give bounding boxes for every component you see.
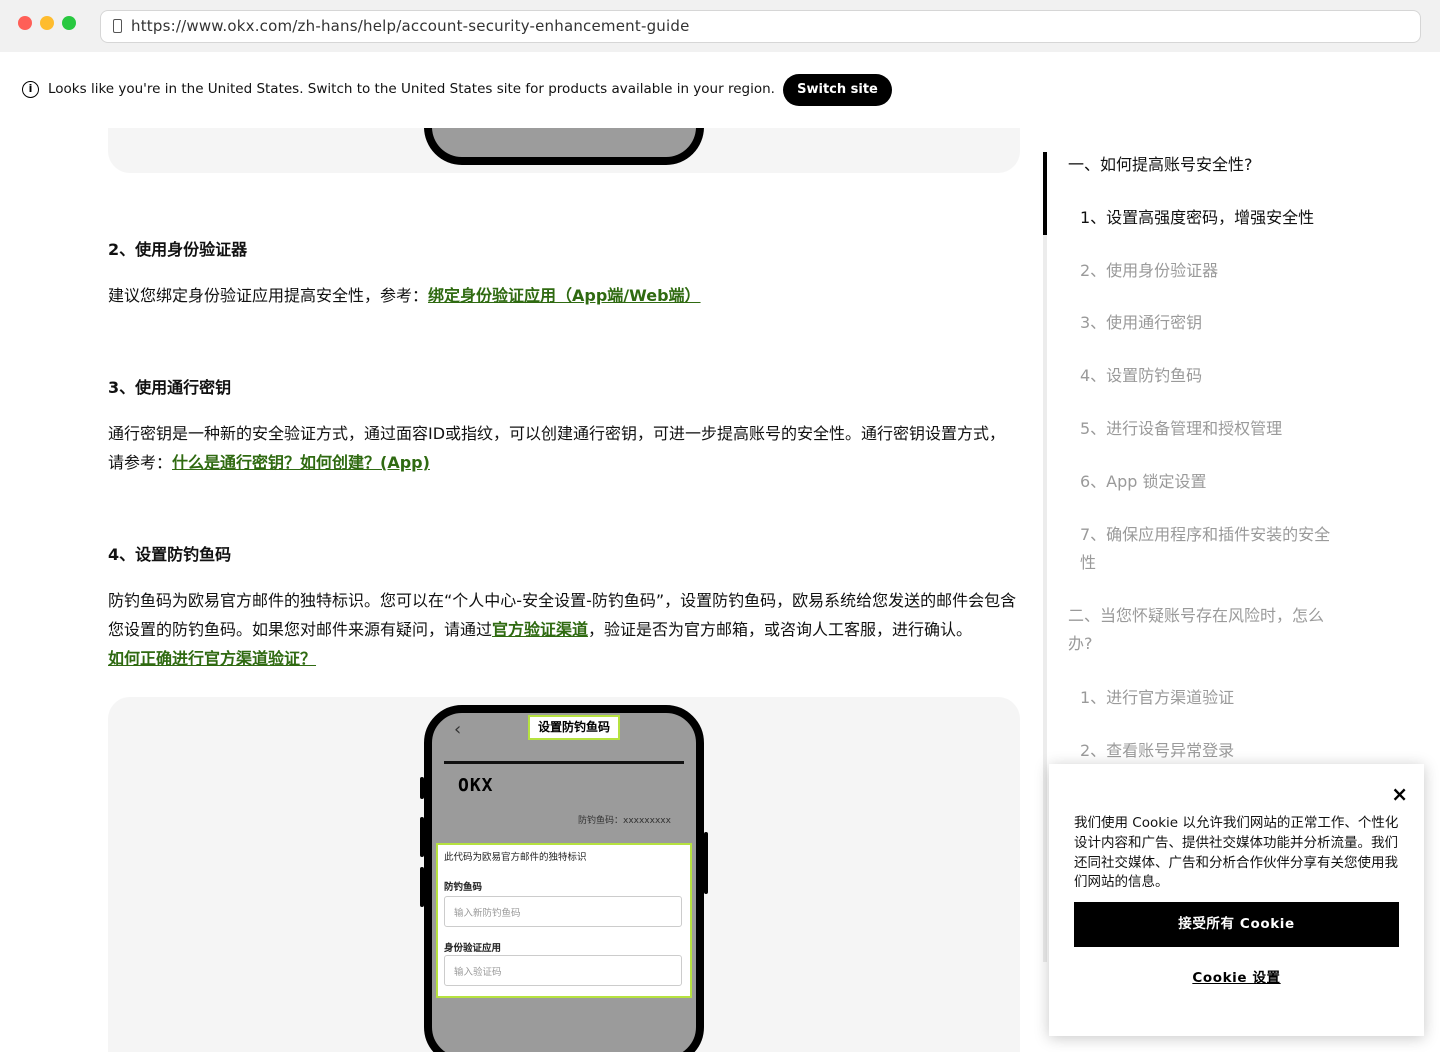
toc-item-app-plugin-security[interactable]: 7、确保应用程序和插件安装的安全性: [1080, 521, 1340, 577]
phone-form-card: 此代码为欧易官方邮件的独特标识 防钓鱼码 输入新防钓鱼码 身份验证应用 输入验证…: [436, 843, 692, 998]
phone-divider: [444, 761, 684, 764]
phone-input-anti-phishing: 输入新防钓鱼码: [444, 896, 682, 927]
article-image-anti-phishing: ‹ 设置防钓鱼码 OKX 防钓鱼码：xxxxxxxxx 此代码为欧易官方邮件的独…: [108, 697, 1020, 1052]
toc-item-authenticator[interactable]: 2、使用身份验证器: [1080, 257, 1350, 285]
phone-illustration: ‹ 设置防钓鱼码 OKX 防钓鱼码：xxxxxxxxx 此代码为欧易官方邮件的独…: [424, 705, 704, 1052]
toc-active-indicator: [1043, 152, 1047, 235]
phone-button: [704, 832, 708, 894]
authenticator-text: 建议您绑定身份验证应用提高安全性，参考：: [108, 286, 429, 305]
address-bar[interactable]: https://www.okx.com/zh-hans/help/account…: [100, 10, 1421, 43]
back-arrow-icon: ‹: [454, 719, 462, 740]
phone-field-label: 身份验证应用: [444, 943, 502, 954]
toc-item-app-lock[interactable]: 6、App 锁定设置: [1080, 468, 1350, 496]
anti-phishing-text-2: ，验证是否为官方邮箱，或咨询人工客服，进行确认。: [588, 620, 973, 639]
cookie-settings-link[interactable]: Cookie 设置: [1074, 966, 1399, 986]
section-text-authenticator: 建议您绑定身份验证应用提高安全性，参考：绑定身份验证应用（App端/Web端）: [108, 281, 1020, 310]
close-window-button[interactable]: [18, 16, 32, 30]
cookie-message: 我们使用 Cookie 以允许我们网站的正常工作、个性化设计内容和广告、提供社交…: [1074, 815, 1399, 891]
maximize-window-button[interactable]: [62, 16, 76, 30]
passkey-link[interactable]: 什么是通行密钥？如何创建？(App): [172, 453, 430, 472]
toc-item-abnormal-login[interactable]: 2、查看账号异常登录: [1080, 737, 1350, 765]
banner-message: Looks like you're in the United States. …: [48, 81, 775, 97]
toc-item-account-risk[interactable]: 二、当您怀疑账号存在风险时，怎么办?: [1068, 602, 1333, 658]
info-icon: i: [22, 81, 39, 98]
toc-rail: [1043, 152, 1047, 962]
page-icon: [113, 19, 122, 33]
article-image-top: [108, 128, 1020, 173]
cookie-dialog: × 我们使用 Cookie 以允许我们网站的正常工作、个性化设计内容和广告、提供…: [1049, 764, 1424, 1036]
phone-card-description: 此代码为欧易官方邮件的独特标识: [444, 852, 587, 863]
section-heading-anti-phishing: 4、设置防钓鱼码: [108, 545, 232, 564]
section-heading-passkey: 3、使用通行密钥: [108, 378, 232, 397]
phone-input-verification-code: 输入验证码: [444, 955, 682, 986]
phone-header: ‹ 设置防钓鱼码: [444, 713, 684, 759]
region-banner: i Looks like you're in the United States…: [0, 52, 1440, 128]
switch-site-button[interactable]: Switch site: [783, 74, 892, 106]
close-icon[interactable]: ×: [1391, 782, 1408, 806]
toc-item-official-verification[interactable]: 1、进行官方渠道验证: [1080, 684, 1350, 712]
toc-item-device-management[interactable]: 5、进行设备管理和授权管理: [1080, 415, 1350, 443]
toc-item-anti-phishing[interactable]: 4、设置防钓鱼码: [1080, 362, 1350, 390]
phone-field-label: 防钓鱼码: [444, 882, 483, 893]
section-text-anti-phishing: 防钓鱼码为欧易官方邮件的独特标识。您可以在“个人中心-安全设置-防钓鱼码”，设置…: [108, 586, 1020, 673]
phone-code-label: 防钓鱼码：xxxxxxxxx: [578, 816, 671, 826]
toc-item-passkey[interactable]: 3、使用通行密钥: [1080, 309, 1350, 337]
toc-item-improve-security[interactable]: 一、如何提高账号安全性?: [1068, 151, 1338, 179]
official-verification-link[interactable]: 官方验证渠道: [492, 620, 588, 639]
minimize-window-button[interactable]: [40, 16, 54, 30]
how-to-verify-link[interactable]: 如何正确进行官方渠道验证？: [108, 649, 316, 668]
phone-illustration: [424, 128, 704, 165]
section-text-passkey: 通行密钥是一种新的安全验证方式，通过面容ID或指纹，可以创建通行密钥，可进一步提…: [108, 419, 1020, 477]
browser-chrome: https://www.okx.com/zh-hans/help/account…: [0, 0, 1440, 52]
toc-item-strong-password[interactable]: 1、设置高强度密码，增强安全性: [1080, 204, 1350, 232]
okx-logo: OKX: [458, 775, 494, 796]
section-heading-authenticator: 2、使用身份验证器: [108, 240, 248, 259]
bind-authenticator-link[interactable]: 绑定身份验证应用（App端/Web端）: [428, 286, 701, 305]
phone-screen-title: 设置防钓鱼码: [528, 715, 620, 740]
url-text[interactable]: https://www.okx.com/zh-hans/help/account…: [131, 17, 690, 35]
accept-all-cookies-button[interactable]: 接受所有 Cookie: [1074, 902, 1399, 947]
